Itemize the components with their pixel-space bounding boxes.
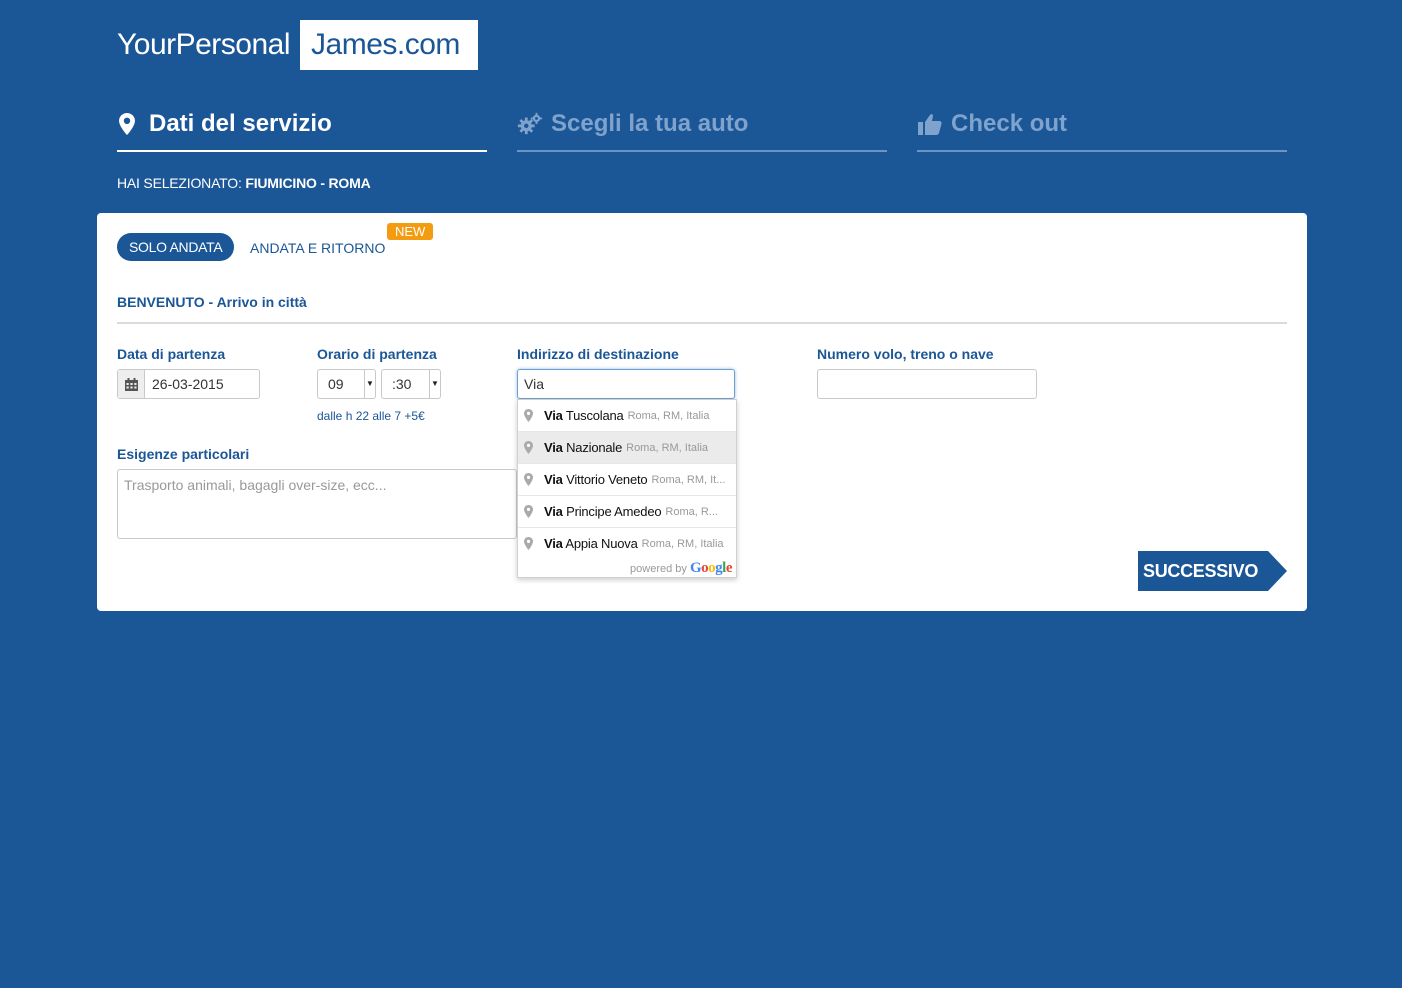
section-title: BENVENUTO - Arrivo in città (117, 294, 307, 310)
new-badge: NEW (387, 223, 434, 240)
secondary-text: Roma, RM, Italia (641, 537, 724, 550)
match-text: Via (544, 504, 563, 519)
map-pin-icon (114, 111, 140, 137)
autocomplete-item[interactable]: Via Nazionale Roma, RM, Italia (518, 431, 736, 463)
selection-summary: HAI SELEZIONATO: FIUMICINO - ROMA (117, 175, 371, 191)
autocomplete-item[interactable]: Via Vittorio Veneto Roma, RM, It... (518, 463, 736, 495)
next-button-label: SUCCESSIVO (1143, 561, 1259, 581)
address-autocomplete-dropdown: Via Tuscolana Roma, RM, Italia Via Nazio… (517, 399, 737, 578)
secondary-text: Roma, RM, It... (651, 473, 726, 486)
date-value: 26-03-2015 (152, 376, 224, 392)
notes-label: Esigenze particolari (117, 446, 250, 462)
time-surcharge-hint: dalle h 22 alle 7 +5€ (317, 409, 425, 423)
notes-textarea[interactable]: Trasporto animali, bagagli over-size, ec… (117, 469, 517, 539)
time-label: Orario di partenza (317, 346, 437, 362)
logo-part-1: YourPersonal (117, 28, 291, 61)
flight-number-input[interactable] (817, 369, 1037, 399)
street-name: Principe Amedeo (566, 504, 662, 519)
street-name: Nazionale (566, 440, 623, 455)
autocomplete-item[interactable]: Via Principe Amedeo Roma, R... (518, 495, 736, 527)
map-pin-icon (524, 505, 536, 518)
site-logo[interactable]: YourPersonal James.com (117, 20, 478, 70)
thumbs-up-icon (917, 111, 943, 137)
match-text: Via (544, 536, 563, 551)
minute-select[interactable]: :30 ▼ (381, 369, 441, 399)
destination-label: Indirizzo di destinazione (517, 346, 679, 362)
map-pin-icon (524, 409, 536, 422)
step-label: Dati del servizio (149, 110, 332, 137)
powered-by-text: powered by (630, 563, 687, 575)
destination-input[interactable]: Via (517, 369, 735, 399)
powered-by-google: powered by Google (518, 559, 736, 577)
autocomplete-item[interactable]: Via Tuscolana Roma, RM, Italia (518, 400, 736, 431)
chevron-down-icon: ▼ (429, 370, 440, 398)
autocomplete-item[interactable]: Via Appia Nuova Roma, RM, Italia (518, 527, 736, 559)
round-trip-tab[interactable]: ANDATA E RITORNO (250, 240, 385, 256)
date-field[interactable]: 26-03-2015 (117, 369, 260, 399)
secondary-text: Roma, RM, Italia (626, 441, 709, 454)
step-label: Check out (951, 110, 1068, 137)
hour-value: 09 (328, 376, 344, 392)
step-scegli-auto[interactable]: Scegli la tua auto (517, 98, 887, 152)
map-pin-icon (524, 473, 536, 486)
map-pin-icon (524, 537, 536, 550)
street-name: Tuscolana (565, 408, 624, 423)
calendar-icon[interactable] (118, 370, 145, 398)
date-label: Data di partenza (117, 346, 226, 362)
one-way-tab[interactable]: SOLO ANDATA (117, 233, 235, 261)
match-text: Via (544, 472, 563, 487)
secondary-text: Roma, R... (665, 505, 718, 518)
match-text: Via (544, 440, 563, 455)
gears-icon (517, 111, 543, 137)
secondary-text: Roma, RM, Italia (627, 409, 710, 422)
hour-select[interactable]: 09 ▼ (317, 369, 376, 399)
selection-prefix: HAI SELEZIONATO: (117, 175, 242, 191)
next-button[interactable]: SUCCESSIVO (1138, 551, 1287, 591)
street-name: Vittorio Veneto (566, 472, 648, 487)
minute-value: :30 (392, 376, 412, 392)
booking-form-card: SOLO ANDATA ANDATA E RITORNO NEW BENVENU… (97, 213, 1307, 611)
step-label: Scegli la tua auto (551, 110, 749, 137)
chevron-down-icon: ▼ (364, 370, 375, 398)
map-pin-icon (524, 441, 536, 454)
selection-route: FIUMICINO - ROMA (245, 175, 371, 191)
google-logo: Google (689, 560, 733, 576)
match-text: Via (544, 408, 563, 423)
street-name: Appia Nuova (565, 536, 638, 551)
divider (117, 322, 1287, 324)
step-dati-servizio[interactable]: Dati del servizio (117, 98, 487, 152)
logo-part-2: James.com (300, 20, 478, 70)
step-check-out[interactable]: Check out (917, 98, 1287, 152)
flight-label: Numero volo, treno o nave (817, 346, 994, 362)
